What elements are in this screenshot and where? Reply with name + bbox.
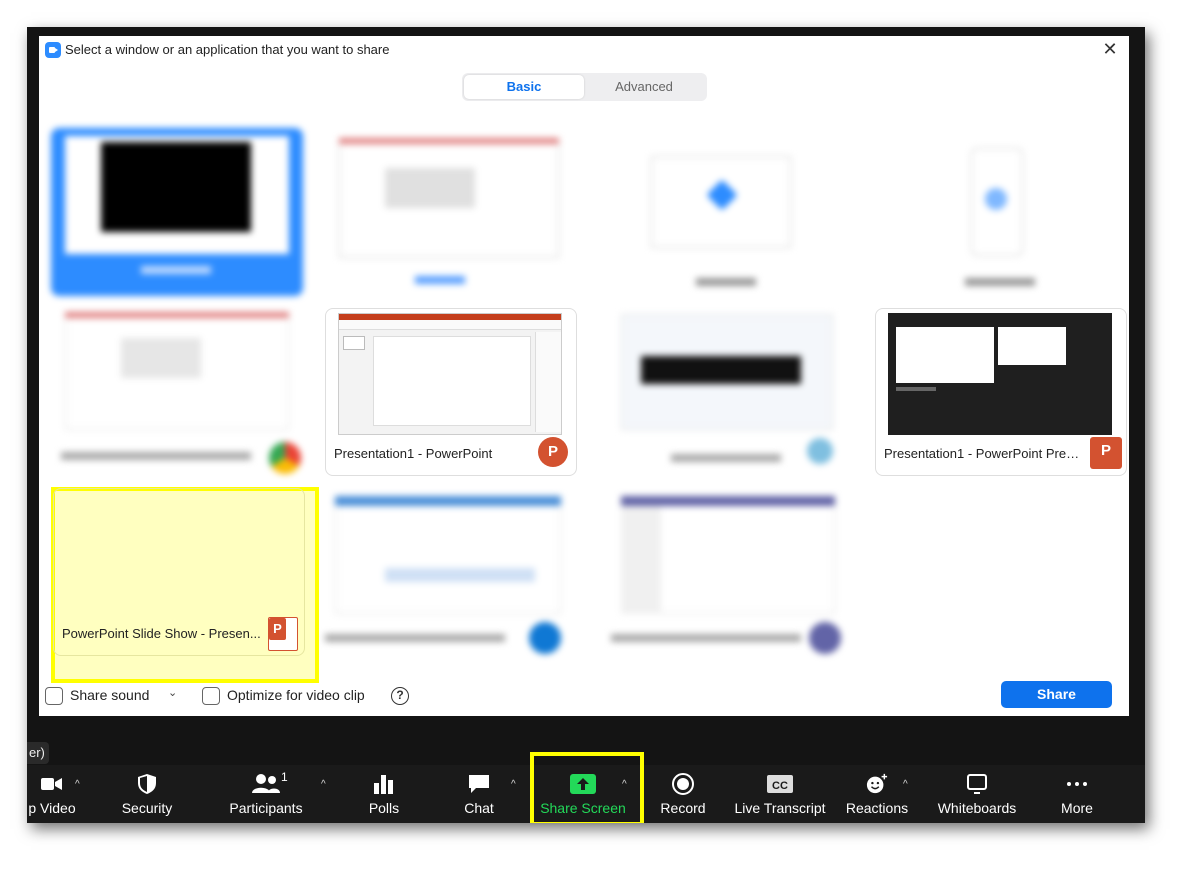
toolbar-security[interactable]: Security <box>112 765 182 823</box>
close-icon[interactable]: ✕ <box>1099 37 1121 61</box>
whiteboard-icon <box>967 774 987 794</box>
reactions-emoji-icon <box>866 773 888 794</box>
toolbar-label: Participants <box>229 800 303 816</box>
chevron-up-icon[interactable]: ^ <box>903 779 908 790</box>
record-icon <box>672 773 694 795</box>
toolbar-live-transcript[interactable]: CC Live Transcript <box>729 765 831 823</box>
snipping-tool-thumbnail[interactable] <box>601 308 853 476</box>
toolbar-label: Whiteboards <box>937 800 1017 816</box>
window-thumbnail-powerpoint[interactable]: Presentation1 - PowerPoint P <box>325 308 577 476</box>
share-tabs: Basic Advanced <box>462 73 707 101</box>
outlook-window-thumbnail[interactable] <box>325 488 577 656</box>
dialog-titlebar: Select a window or an application that y… <box>39 36 1129 64</box>
chevron-up-icon[interactable]: ^ <box>75 779 80 790</box>
window-label: Presentation1 - PowerPoint Prese... <box>884 446 1084 461</box>
video-camera-icon <box>41 778 62 790</box>
share-sound-label: Share sound <box>70 687 150 703</box>
toolbar-polls[interactable]: Polls <box>349 765 419 823</box>
toolbar-participants[interactable]: 1 Participants <box>223 765 309 823</box>
zoom-meeting-window: Select a window or an application that y… <box>27 27 1145 823</box>
participants-icon <box>252 774 280 793</box>
whiteboard-thumbnail[interactable] <box>601 128 853 296</box>
toolbar-label: More <box>1061 800 1093 816</box>
toolbar-whiteboards[interactable]: Whiteboards <box>931 765 1023 823</box>
window-label: Presentation1 - PowerPoint <box>334 446 493 461</box>
toolbar-label: Chat <box>464 800 494 816</box>
toolbar-chat[interactable]: Chat <box>445 765 513 823</box>
window-thumbnail-powerpoint-slideshow[interactable]: PowerPoint Slide Show - Presen... P <box>53 488 305 656</box>
highlight-box-share-screen <box>530 752 644 823</box>
share-button[interactable]: Share <box>1001 681 1112 708</box>
help-icon[interactable]: ? <box>391 687 409 705</box>
shield-icon <box>138 774 156 794</box>
participants-count: 1 <box>281 770 288 784</box>
iphone-ipad-thumbnail[interactable] <box>875 128 1127 296</box>
window-label: PowerPoint Slide Show - Presen... <box>62 626 261 641</box>
optimize-video-checkbox[interactable] <box>202 687 220 705</box>
more-dots-icon <box>1067 782 1087 786</box>
zoom-logo-icon <box>45 42 61 58</box>
share-sound-checkbox[interactable] <box>45 687 63 705</box>
svg-text:CC: CC <box>772 780 788 792</box>
teams-window-thumbnail[interactable] <box>601 488 853 656</box>
cc-icon: CC <box>767 775 793 793</box>
tab-basic[interactable]: Basic <box>464 75 584 99</box>
window-thumbnail-powerpoint-presenter[interactable]: Presentation1 - PowerPoint Prese... P <box>875 308 1127 476</box>
toolbar-label: Reactions <box>845 800 909 816</box>
toolbar-label: p Video <box>28 800 76 816</box>
toolbar-label: Record <box>660 800 706 816</box>
toolbar-label: Live Transcript <box>734 800 826 816</box>
toolbar-record[interactable]: Record <box>649 765 717 823</box>
screen-thumbnail[interactable] <box>325 128 577 296</box>
toolbar-reactions[interactable]: Reactions <box>839 765 915 823</box>
toolbar-label: Security <box>121 800 173 816</box>
screen-thumbnail-selected[interactable] <box>51 128 303 296</box>
dialog-title: Select a window or an application that y… <box>65 42 390 57</box>
chevron-up-icon[interactable]: ^ <box>321 779 326 790</box>
toolbar-video[interactable]: p Video <box>27 765 87 823</box>
optimize-video-label: Optimize for video clip <box>227 687 365 703</box>
powerpoint-presenter-icon: P <box>1090 437 1122 469</box>
share-screen-dialog: Select a window or an application that y… <box>39 36 1129 716</box>
browser-window-thumbnail[interactable] <box>51 308 303 476</box>
polls-icon <box>374 775 393 794</box>
chevron-up-icon[interactable]: ^ <box>511 779 516 790</box>
tab-advanced[interactable]: Advanced <box>584 75 704 99</box>
toolbar-more[interactable]: More <box>1047 765 1107 823</box>
powerpoint-icon: P <box>538 437 568 467</box>
powerpoint-slideshow-icon: P <box>268 617 298 651</box>
dialog-footer: Share sound ⌄ Optimize for video clip ? … <box>39 676 1129 716</box>
host-label: er) <box>27 742 49 764</box>
chevron-down-icon[interactable]: ⌄ <box>168 686 177 699</box>
chat-bubble-icon <box>469 775 489 793</box>
toolbar-label: Polls <box>368 800 400 816</box>
